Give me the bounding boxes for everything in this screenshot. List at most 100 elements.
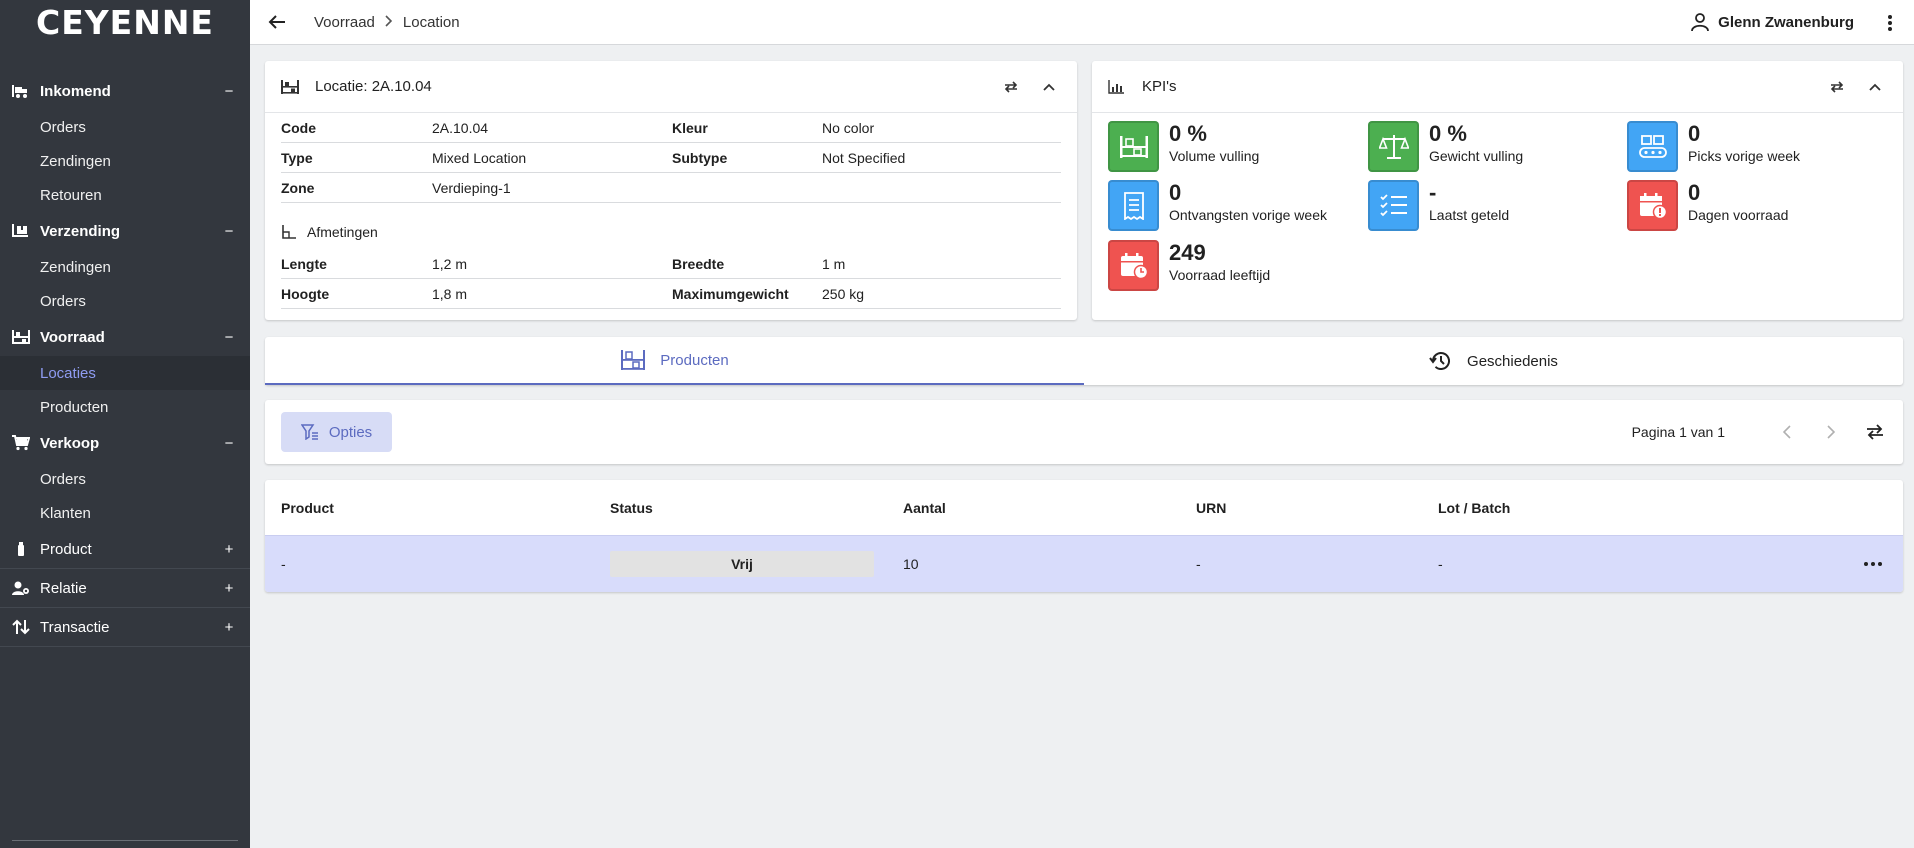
- sidebar-item-inkomend-orders[interactable]: Orders: [0, 110, 250, 144]
- sidebar-group-label: Voorraad: [40, 328, 105, 346]
- detail-key: Lengte: [281, 255, 327, 272]
- chevron-right-icon: [385, 14, 393, 31]
- refresh-icon[interactable]: [1825, 75, 1849, 99]
- chevron-right-icon[interactable]: [1819, 420, 1843, 444]
- collapse-icon[interactable]: −: [222, 435, 236, 452]
- expand-icon[interactable]: +: [222, 619, 236, 636]
- kpi-text: 0 Ontvangsten vorige week: [1169, 180, 1327, 224]
- sidebar-group-label: Inkomend: [40, 82, 111, 100]
- sidebar-group-verkoop[interactable]: Verkoop −: [0, 424, 250, 462]
- products-table: Product Status Aantal URN Lot / Batch - …: [265, 480, 1903, 592]
- options-label: Opties: [328, 423, 373, 441]
- sidebar-group-label: Relatie: [40, 579, 87, 597]
- detail-key: Zone: [281, 179, 315, 196]
- chevron-left-icon[interactable]: [1775, 420, 1799, 444]
- sidebar-group-transactie[interactable]: Transactie +: [0, 608, 250, 647]
- more-horizontal-icon[interactable]: [1843, 562, 1903, 566]
- sidebar-group-product[interactable]: Product +: [0, 530, 250, 569]
- dimensions-title: Afmetingen: [307, 224, 378, 240]
- column-header[interactable]: Lot / Batch: [1438, 500, 1903, 516]
- scale-icon: [1368, 121, 1419, 172]
- sidebar-item-klanten[interactable]: Klanten: [0, 496, 250, 530]
- detail-row: Code 2A.10.04 Kleur No color: [281, 113, 1061, 143]
- filter-list-icon: [300, 424, 318, 440]
- table-header: Product Status Aantal URN Lot / Batch: [265, 480, 1903, 535]
- status-badge: Vrij: [610, 551, 874, 577]
- tab-label: Producten: [660, 351, 729, 369]
- breadcrumb-voorraad[interactable]: Voorraad: [314, 14, 375, 31]
- breadcrumb: Voorraad Location: [314, 14, 460, 31]
- kpi-gewicht-vulling: 0 % Gewicht vulling: [1368, 121, 1523, 172]
- detail-value: 1 m: [822, 255, 846, 272]
- options-button[interactable]: Opties: [281, 412, 392, 452]
- cell-urn: -: [1196, 556, 1201, 572]
- kpi-text: 0 Dagen voorraad: [1688, 180, 1788, 224]
- column-header[interactable]: Aantal: [903, 500, 1196, 516]
- expand-icon[interactable]: +: [222, 580, 236, 597]
- truck-loading-icon: [12, 82, 30, 100]
- sidebar-group-inkomend[interactable]: Inkomend −: [0, 72, 250, 110]
- kpi-picks-vorige-week: 0 Picks vorige week: [1627, 121, 1800, 172]
- detail-key: Kleur: [672, 119, 708, 136]
- sidebar-group-label: Transactie: [40, 618, 110, 636]
- pagination-text: Pagina 1 van 1: [1631, 424, 1725, 440]
- kpi-label: Laatst geteld: [1429, 207, 1510, 223]
- location-details: Code 2A.10.04 Kleur No color Type Mixed …: [265, 113, 1077, 203]
- back-button[interactable]: [262, 7, 292, 37]
- detail-value: Verdieping-1: [432, 179, 511, 196]
- sidebar-item-verkoop-orders[interactable]: Orders: [0, 462, 250, 496]
- sidebar-group-voorraad[interactable]: Voorraad −: [0, 318, 250, 356]
- sidebar-group-relatie[interactable]: Relatie +: [0, 569, 250, 608]
- sidebar-item-verzending-zendingen[interactable]: Zendingen: [0, 250, 250, 284]
- cell-lot: -: [1438, 556, 1443, 572]
- cart-dolly-icon: [12, 222, 30, 240]
- refresh-icon[interactable]: [1863, 420, 1887, 444]
- sidebar-item-inkomend-zendingen[interactable]: Zendingen: [0, 144, 250, 178]
- tab-producten[interactable]: Producten: [265, 337, 1084, 385]
- arrow-left-icon: [268, 15, 285, 29]
- topbar: Voorraad Location Glenn Zwanenburg: [250, 0, 1914, 45]
- kpi-laatst-geteld: - Laatst geteld: [1368, 180, 1509, 231]
- kpi-value: 0 %: [1169, 121, 1207, 146]
- pagination: Pagina 1 van 1: [1632, 400, 1887, 464]
- dimensions-header: Afmetingen: [265, 215, 1077, 249]
- cell-aantal: 10: [903, 556, 919, 572]
- cart-icon: [12, 434, 30, 452]
- swap-vertical-icon: [12, 618, 30, 636]
- sidebar-item-inkomend-retouren[interactable]: Retouren: [0, 178, 250, 212]
- conveyor-icon: [1627, 121, 1678, 172]
- kpi-text: - Laatst geteld: [1429, 180, 1509, 224]
- location-card: Locatie: 2A.10.04 Code 2A.10.04 Kleur No…: [265, 61, 1077, 320]
- column-header[interactable]: URN: [1196, 500, 1438, 516]
- kpi-label: Picks vorige week: [1688, 148, 1801, 164]
- toolbar: Opties Pagina 1 van 1: [265, 400, 1903, 464]
- sidebar-item-producten[interactable]: Producten: [0, 390, 250, 424]
- tab-geschiedenis[interactable]: Geschiedenis: [1084, 337, 1903, 385]
- sidebar-item-locaties[interactable]: Locaties: [0, 356, 250, 390]
- sidebar-group-verzending[interactable]: Verzending −: [0, 212, 250, 250]
- more-vertical-icon[interactable]: [1880, 12, 1900, 34]
- detail-value: 250 kg: [822, 285, 865, 302]
- collapse-icon[interactable]: −: [222, 329, 236, 346]
- detail-row: Zone Verdieping-1: [281, 173, 1061, 203]
- sidebar-item-verzending-orders[interactable]: Orders: [0, 284, 250, 318]
- location-card-header: Locatie: 2A.10.04: [265, 61, 1077, 113]
- chevron-up-icon[interactable]: [1037, 75, 1061, 99]
- kpi-text: 0 Picks vorige week: [1688, 121, 1800, 165]
- chevron-up-icon[interactable]: [1863, 75, 1887, 99]
- column-header[interactable]: Product: [281, 500, 610, 516]
- kpi-dagen-voorraad: 0 Dagen voorraad: [1627, 180, 1788, 231]
- collapse-icon[interactable]: −: [222, 83, 236, 100]
- detail-key: Subtype: [672, 149, 728, 166]
- kpi-grid: 0 % Volume vulling 0 % Gewicht vulling 0…: [1092, 113, 1903, 291]
- expand-icon[interactable]: +: [222, 541, 236, 558]
- refresh-icon[interactable]: [999, 75, 1023, 99]
- detail-key: Maximumgewicht: [672, 285, 789, 302]
- detail-value: 1,8 m: [432, 285, 468, 302]
- user-menu[interactable]: Glenn Zwanenburg: [1690, 12, 1854, 32]
- kpi-value: 249: [1169, 240, 1206, 265]
- collapse-icon[interactable]: −: [222, 223, 236, 240]
- breadcrumb-location: Location: [402, 13, 460, 31]
- column-header[interactable]: Status: [610, 500, 903, 516]
- table-row[interactable]: - Vrij 10 - -: [265, 535, 1903, 592]
